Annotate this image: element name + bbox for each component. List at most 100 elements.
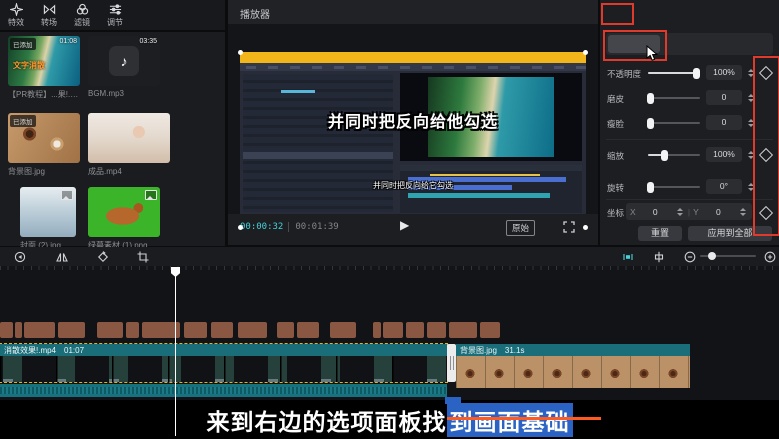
keyframe-icon[interactable] <box>759 66 773 80</box>
slider-knob[interactable] <box>661 150 668 161</box>
keyframe-icon[interactable] <box>759 206 773 220</box>
y-value[interactable]: 0 <box>702 207 735 217</box>
stepper-down-icon <box>748 74 754 77</box>
property-value[interactable]: 0 <box>706 115 742 130</box>
property-slider[interactable] <box>648 64 700 81</box>
subtitle-clip[interactable] <box>0 322 13 338</box>
media-thumbnail: 已添加 01:08 文字消散 ♪ <box>8 36 80 86</box>
media-item[interactable]: ♪ 成品.mp4 <box>88 113 170 177</box>
toolbar-item-filters[interactable]: 滤镜 <box>74 3 90 28</box>
media-item[interactable]: ♪ 绿幕素材 (1).png <box>88 187 160 251</box>
selection-handle[interactable] <box>238 225 243 230</box>
stepper-control[interactable] <box>746 115 756 130</box>
media-item[interactable]: 03:35 ♪ BGM.mp3 <box>88 36 160 98</box>
subtitle-clip[interactable] <box>480 322 500 338</box>
subtitle-highlight: 到画面基础 <box>447 403 573 437</box>
keyframe-icon[interactable] <box>759 148 773 162</box>
selection-handle[interactable] <box>583 225 588 230</box>
zoom-slider-knob[interactable] <box>708 252 716 260</box>
audio-track-clip[interactable] <box>0 384 447 397</box>
reset-button[interactable]: 重置 <box>638 226 682 241</box>
selection-handle[interactable] <box>238 50 243 55</box>
apply-to-all-button[interactable]: 应用到全部 <box>688 226 772 241</box>
clip-trim-handle[interactable] <box>447 344 456 382</box>
subtitle-clip[interactable] <box>238 322 267 338</box>
subtitle-clip[interactable] <box>427 322 446 338</box>
subtitle-clip[interactable] <box>373 322 381 338</box>
panel-buttons: 重置 应用到全部 <box>600 226 779 242</box>
total-time: 00:01:39 <box>288 222 338 232</box>
slider-knob[interactable] <box>647 118 654 129</box>
pr-cyan-label <box>281 90 315 93</box>
slider-knob[interactable] <box>693 68 700 79</box>
zoom-out-icon <box>684 251 696 263</box>
property-slider[interactable] <box>648 146 700 163</box>
ratio-button[interactable]: 原始 <box>506 220 535 236</box>
property-label: 缩放 <box>607 150 624 162</box>
property-value[interactable]: 100% <box>706 65 742 80</box>
stepper-control[interactable] <box>746 147 756 162</box>
toolbar-item-effects[interactable]: 特效 <box>8 3 24 28</box>
property-label: 旋转 <box>607 182 624 194</box>
slider-knob[interactable] <box>647 93 654 104</box>
subtitle-clip[interactable] <box>383 322 403 338</box>
watermark-top-bar <box>240 52 586 63</box>
music-note-icon: ♪ <box>109 46 139 76</box>
image-clip[interactable]: 背景图.jpg 31.1s <box>456 344 690 388</box>
timeline-ruler[interactable] <box>0 266 779 280</box>
duration-label: 03:35 <box>139 38 157 45</box>
media-thumbnail: 已添加 ♪ <box>8 113 80 163</box>
video-frame[interactable]: 并同时把反向给他勾选 并同时把反向给它勾选 <box>240 52 586 228</box>
properties-panel: 不透明度 100% 磨皮 0 瘦脸 <box>600 0 779 245</box>
stepper-control[interactable] <box>746 90 756 105</box>
thumbnail-overlay-text: 文字消散 <box>13 60 45 71</box>
player-stage: 并同时把反向给他勾选 并同时把反向给它勾选 <box>228 24 598 214</box>
property-slider[interactable] <box>648 89 700 106</box>
slider-knob[interactable] <box>647 182 654 193</box>
subtitle-clip[interactable] <box>142 322 180 338</box>
fullscreen-button[interactable] <box>563 220 575 238</box>
subtitle-clip[interactable] <box>126 322 139 338</box>
property-value[interactable]: 0 <box>706 90 742 105</box>
subtitle-clip[interactable] <box>184 322 207 338</box>
x-value[interactable]: 0 <box>639 207 672 217</box>
selection-handle[interactable] <box>583 50 588 55</box>
clip-duration: 01:07 <box>64 346 84 355</box>
stepper-control[interactable] <box>738 204 748 219</box>
property-row: 瘦脸 0 <box>600 114 779 131</box>
property-value[interactable]: 0° <box>706 179 742 194</box>
property-slider[interactable] <box>648 114 700 131</box>
stepper-down-icon <box>748 188 754 191</box>
stepper-control[interactable] <box>746 179 756 194</box>
clip-filmstrip <box>0 356 447 382</box>
timeline-zoom-slider[interactable] <box>700 255 756 257</box>
subtitle-clip[interactable] <box>24 322 55 338</box>
subtitle-clip[interactable] <box>330 322 356 338</box>
image-badge-icon <box>145 190 157 200</box>
transitions-icon <box>43 3 56 16</box>
play-button[interactable]: ▶ <box>400 218 409 232</box>
coordinate-row: 坐标 X 0 | Y 0 <box>600 203 779 221</box>
subtitle-clip[interactable] <box>449 322 477 338</box>
media-thumbnail: 03:35 ♪ <box>88 36 160 86</box>
property-slider[interactable] <box>648 178 700 195</box>
toolbar-item-adjust[interactable]: 调节 <box>107 3 123 28</box>
toolbar-item-transitions[interactable]: 转场 <box>41 3 57 28</box>
stepper-up-icon <box>748 119 754 122</box>
media-item[interactable]: ♪ 封面 (2).jpg <box>20 187 76 251</box>
zoom-in-icon <box>764 251 776 263</box>
stepper-control[interactable] <box>746 65 756 80</box>
media-item[interactable]: 已添加 01:08 文字消散 ♪ 【PR教程】...果!.mp4 <box>8 36 80 100</box>
subtitle-clip[interactable] <box>15 322 22 338</box>
video-clip-selected[interactable]: 消散效果!.mp4 01:07 <box>0 344 447 382</box>
subtitle-clip[interactable] <box>297 322 319 338</box>
subtitle-clip[interactable] <box>211 322 233 338</box>
subtitle-clip[interactable] <box>58 322 85 338</box>
subtitle-clip[interactable] <box>277 322 294 338</box>
subtitle-clip[interactable] <box>97 322 123 338</box>
property-row: 磨皮 0 <box>600 89 779 106</box>
property-value[interactable]: 100% <box>706 147 742 162</box>
subtitle-clip[interactable] <box>406 322 424 338</box>
media-item[interactable]: 已添加 ♪ 背景图.jpg <box>8 113 80 177</box>
stepper-control[interactable] <box>675 204 685 219</box>
